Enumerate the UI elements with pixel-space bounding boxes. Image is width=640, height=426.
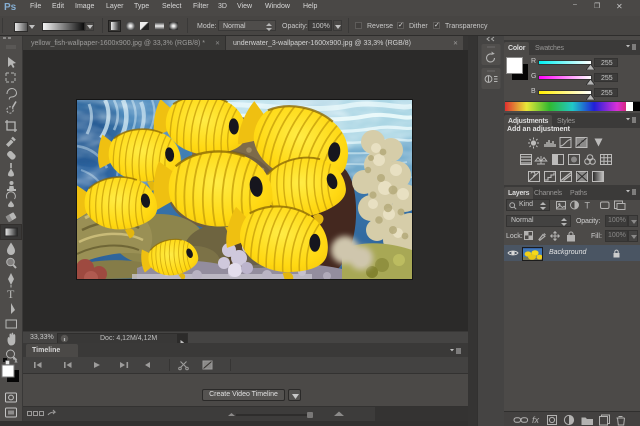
svg-text:T: T <box>585 201 591 211</box>
svg-text:T: T <box>7 287 15 301</box>
svg-text:fx: fx <box>532 415 540 425</box>
